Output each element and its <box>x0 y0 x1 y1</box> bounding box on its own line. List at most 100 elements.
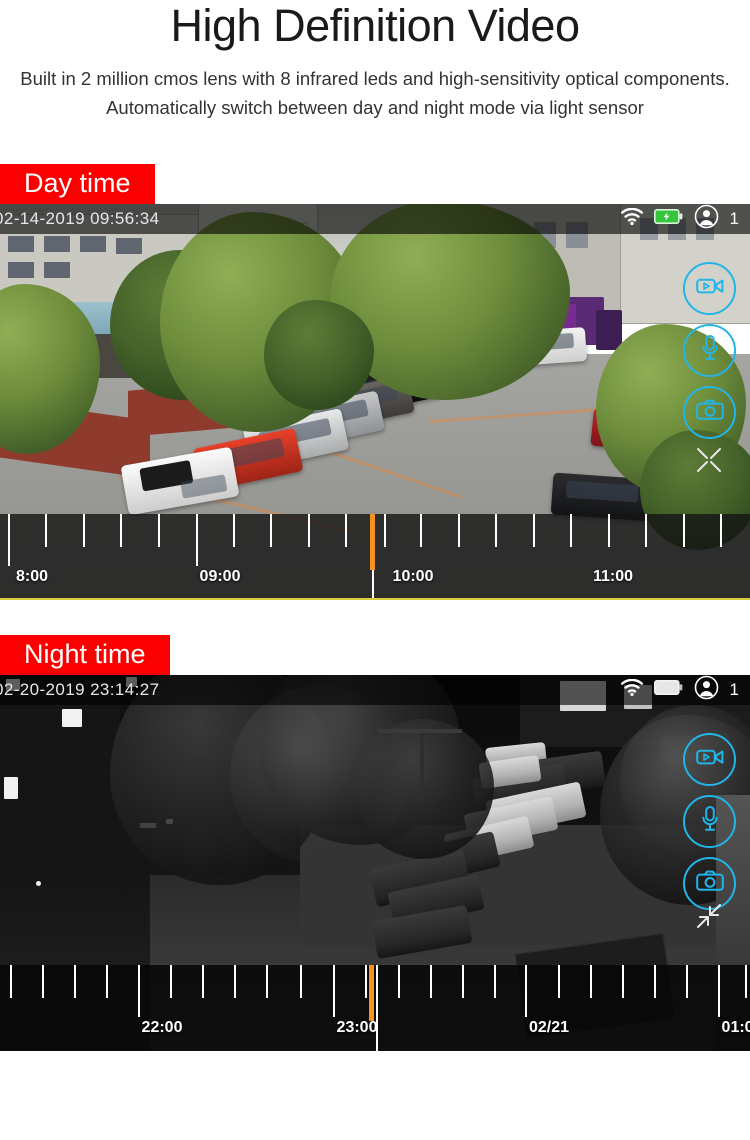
day-video-viewport[interactable]: 02-14-2019 09:56:34 1 8:00 09:00 10:00 1… <box>0 204 750 600</box>
day-badge-row: Day time <box>0 164 750 204</box>
timeline-tick <box>106 965 108 998</box>
timeline-tick <box>138 965 140 1017</box>
timeline-tick <box>608 514 610 547</box>
timeline-tick <box>686 965 688 998</box>
timeline-tick <box>120 514 122 547</box>
timeline-label: 8:00 <box>15 568 49 585</box>
wifi-icon <box>620 678 643 701</box>
spacer-top <box>0 122 750 164</box>
timeline-tick <box>234 965 236 998</box>
day-status-icons: 1 <box>620 204 750 234</box>
timeline-tick <box>495 514 497 547</box>
timeline-label: 10:00 <box>392 568 434 585</box>
timeline-tick <box>745 965 747 998</box>
user-icon <box>694 204 719 234</box>
day-section: Day time 02-14-2019 09:56:34 1 8:00 09:0… <box>0 164 750 600</box>
timeline-tick <box>398 965 400 998</box>
timeline-label: 02/21 <box>528 1019 570 1036</box>
day-control-stack <box>683 262 736 439</box>
timeline-label: 11:00 <box>592 568 634 585</box>
timeline-tick <box>74 965 76 998</box>
night-playhead-marker[interactable] <box>369 965 374 1021</box>
timeline-tick <box>345 514 347 547</box>
timeline-tick <box>196 514 198 566</box>
timeline-label: 23:00 <box>336 1019 378 1036</box>
wifi-icon <box>620 207 643 230</box>
timeline-tick <box>42 965 44 998</box>
night-timestamp: 02-20-2019 23:14:27 <box>0 680 160 699</box>
microphone-icon <box>700 334 720 367</box>
fullscreen-expand-icon[interactable] <box>696 447 722 478</box>
page-subtitle: Built in 2 million cmos lens with 8 infr… <box>20 68 730 118</box>
timeline-tick <box>45 514 47 547</box>
timeline-tick <box>590 965 592 998</box>
user-icon <box>694 675 719 705</box>
record-video-button[interactable] <box>683 733 736 786</box>
timeline-tick <box>233 514 235 547</box>
timeline-tick <box>654 965 656 998</box>
night-section: Night time 02-20-2019 23:14:27 1 22:00 2… <box>0 635 750 1051</box>
timeline-tick <box>720 514 722 547</box>
night-status-icons: 1 <box>620 675 750 705</box>
timeline-tick <box>300 965 302 998</box>
timeline-tick <box>420 514 422 547</box>
snapshot-button[interactable] <box>683 386 736 439</box>
day-timeline-ticks <box>0 514 750 570</box>
timeline-tick <box>308 514 310 547</box>
day-timeline-bottom-edge <box>0 598 750 600</box>
record-video-button[interactable] <box>683 262 736 315</box>
timeline-tick <box>365 965 367 998</box>
night-timeline[interactable]: 22:00 23:00 02/21 01:00 <box>0 965 750 1051</box>
timeline-tick <box>494 965 496 998</box>
day-time-badge: Day time <box>0 164 155 204</box>
timeline-tick <box>10 965 12 998</box>
photo-camera-icon <box>695 399 724 426</box>
day-timestamp: 02-14-2019 09:56:34 <box>0 209 160 228</box>
timeline-tick <box>645 514 647 547</box>
battery-icon <box>653 680 683 700</box>
video-camera-icon <box>695 276 724 301</box>
timeline-tick <box>170 965 172 998</box>
night-control-stack <box>683 733 736 910</box>
microphone-button[interactable] <box>683 795 736 848</box>
timeline-tick <box>8 514 10 566</box>
night-time-badge: Night time <box>0 635 170 675</box>
timeline-tick <box>158 514 160 547</box>
microphone-icon <box>700 805 720 838</box>
page-header: High Definition Video Built in 2 million… <box>0 0 750 122</box>
timeline-tick <box>430 965 432 998</box>
page-title: High Definition Video <box>170 0 580 51</box>
battery-icon <box>653 209 683 229</box>
day-status-bar: 02-14-2019 09:56:34 1 <box>0 204 750 234</box>
timeline-tick <box>570 514 572 547</box>
timeline-tick <box>558 965 560 998</box>
night-badge-row: Night time <box>0 635 750 675</box>
timeline-label: 09:00 <box>199 568 241 585</box>
timeline-label: 22:00 <box>141 1019 183 1036</box>
day-playhead-marker[interactable] <box>370 514 375 570</box>
timeline-tick <box>266 965 268 998</box>
night-status-bar: 02-20-2019 23:14:27 1 <box>0 675 750 705</box>
spacer-middle <box>0 600 750 635</box>
timeline-tick <box>202 965 204 998</box>
night-video-viewport[interactable]: 02-20-2019 23:14:27 1 22:00 23:00 02/21 … <box>0 675 750 1051</box>
timeline-tick <box>533 514 535 547</box>
day-viewer-count: 1 <box>729 209 739 228</box>
microphone-button[interactable] <box>683 324 736 377</box>
timeline-tick <box>384 514 386 547</box>
timeline-tick <box>622 965 624 998</box>
timeline-tick <box>333 965 335 1017</box>
night-viewer-count: 1 <box>729 680 739 699</box>
timeline-tick <box>718 965 720 1017</box>
timeline-tick <box>458 514 460 547</box>
timeline-tick <box>683 514 685 547</box>
timeline-tick <box>83 514 85 547</box>
timeline-label: 01:00 <box>721 1019 750 1036</box>
timeline-tick <box>525 965 527 1017</box>
fullscreen-shrink-icon[interactable] <box>696 903 722 934</box>
photo-camera-icon <box>695 870 724 897</box>
video-camera-icon <box>695 747 724 772</box>
timeline-tick <box>462 965 464 998</box>
day-timeline[interactable]: 8:00 09:00 10:00 11:00 <box>0 514 750 600</box>
night-timeline-ticks <box>0 965 750 1021</box>
